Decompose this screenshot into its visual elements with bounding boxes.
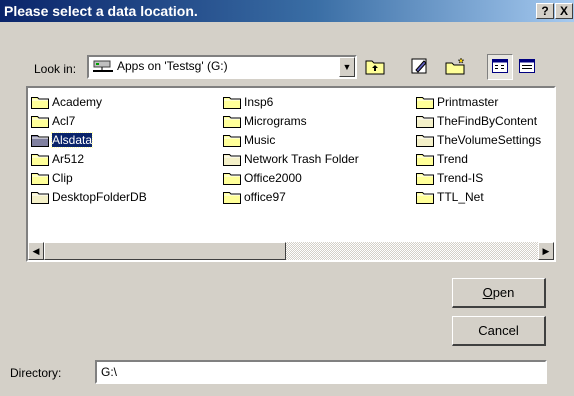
folder-item[interactable]: Office2000 (223, 168, 359, 187)
folder-icon (223, 190, 241, 204)
folder-item[interactable]: TheVolumeSettings (416, 130, 541, 149)
lookin-combobox[interactable]: Apps on 'Testsg' (G:) ▼ (87, 55, 357, 79)
folder-label: Trend (437, 151, 468, 166)
close-button[interactable]: X (555, 3, 573, 19)
scroll-thumb[interactable] (44, 242, 286, 260)
file-column-1: Academy Acl7 Alsdata Ar512 Clip DesktopFolder… (31, 92, 147, 206)
folder-item[interactable]: Trend (416, 149, 541, 168)
folder-item[interactable]: Network Trash Folder (223, 149, 359, 168)
list-view-button[interactable] (487, 54, 513, 80)
folder-item[interactable]: Acl7 (31, 111, 147, 130)
folder-icon (416, 190, 434, 204)
folder-item[interactable]: Academy (31, 92, 147, 111)
folder-label: Insp6 (244, 94, 274, 109)
lookin-value: Apps on 'Testsg' (G:) (117, 59, 228, 73)
folder-icon (31, 171, 49, 185)
folder-item[interactable]: Printmaster (416, 92, 541, 111)
details-view-icon (519, 58, 535, 76)
folder-icon (223, 152, 241, 166)
create-shortcut-button[interactable] (407, 54, 433, 80)
details-view-button[interactable] (514, 54, 540, 80)
cancel-button[interactable]: Cancel (452, 316, 546, 346)
folder-label: Office2000 (244, 170, 302, 185)
open-mnemonic: O (482, 285, 493, 300)
folder-label: TheVolumeSettings (437, 132, 542, 147)
new-folder-icon (445, 56, 467, 78)
folder-icon (416, 133, 434, 147)
up-one-level-button[interactable] (362, 54, 388, 80)
folder-icon (31, 152, 49, 166)
horizontal-scrollbar[interactable]: ◀ ▶ (28, 242, 554, 260)
folder-icon (31, 190, 49, 204)
folder-item[interactable]: Insp6 (223, 92, 359, 111)
folder-item[interactable]: TheFindByContent (416, 111, 541, 130)
folder-label: Acl7 (52, 113, 76, 128)
folder-icon (223, 95, 241, 109)
folder-item[interactable]: Ar512 (31, 149, 147, 168)
file-list[interactable]: Academy Acl7 Alsdata Ar512 Clip DesktopFolder… (26, 86, 556, 262)
directory-label: Directory: (10, 366, 62, 380)
folder-icon (416, 114, 434, 128)
folder-label: office97 (244, 189, 286, 204)
folder-label: Printmaster (437, 94, 499, 109)
folder-icon (31, 95, 49, 109)
folder-icon (223, 114, 241, 128)
folder-label: Music (244, 132, 276, 147)
scroll-left-button[interactable]: ◀ (28, 242, 44, 260)
folder-label: Ar512 (52, 151, 85, 166)
scroll-right-button[interactable]: ▶ (538, 242, 554, 260)
folder-label: Academy (52, 94, 103, 109)
folder-label: Clip (52, 170, 73, 185)
folder-icon (416, 152, 434, 166)
open-label: pen (492, 285, 515, 300)
folder-label: Network Trash Folder (244, 151, 359, 166)
folder-icon (416, 95, 434, 109)
folder-item[interactable]: Trend-IS (416, 168, 541, 187)
folder-item[interactable]: Music (223, 130, 359, 149)
create-new-folder-button[interactable] (443, 54, 469, 80)
folder-icon (416, 171, 434, 185)
open-button[interactable]: Open (452, 278, 546, 308)
folder-item[interactable]: TTL_Net (416, 187, 541, 206)
folder-item[interactable]: DesktopFolderDB (31, 187, 147, 206)
folder-icon (31, 133, 49, 147)
network-drive-icon (92, 59, 114, 78)
folder-label: Trend-IS (437, 170, 484, 185)
folder-icon (223, 171, 241, 185)
help-button[interactable]: ? (536, 3, 554, 19)
folder-item[interactable]: Clip (31, 168, 147, 187)
folder-label: Alsdata (50, 131, 94, 148)
file-column-2: Insp6 Micrograms Music Network Trash Folder… (223, 92, 359, 206)
title-bar[interactable]: Please select a data location. ? X (0, 0, 574, 22)
folder-label: TheFindByContent (437, 113, 538, 128)
folder-item[interactable]: Micrograms (223, 111, 359, 130)
folder-icon (31, 114, 49, 128)
folder-icon (223, 133, 241, 147)
folder-item[interactable]: office97 (223, 187, 359, 206)
list-view-icon (492, 58, 508, 76)
directory-field[interactable] (95, 360, 547, 384)
folder-item[interactable]: Alsdata (31, 130, 147, 149)
file-column-3: Printmaster TheFindByContent TheVolumeSett… (416, 92, 541, 206)
dialog-title: Please select a data location. (4, 3, 198, 19)
folder-label: Micrograms (244, 113, 307, 128)
folder-label: DesktopFolderDB (52, 189, 147, 204)
chevron-down-icon[interactable]: ▼ (339, 57, 355, 77)
edit-icon (410, 57, 430, 78)
up-folder-icon (365, 57, 385, 78)
folder-label: TTL_Net (437, 189, 484, 204)
lookin-label: Look in: (34, 62, 77, 76)
